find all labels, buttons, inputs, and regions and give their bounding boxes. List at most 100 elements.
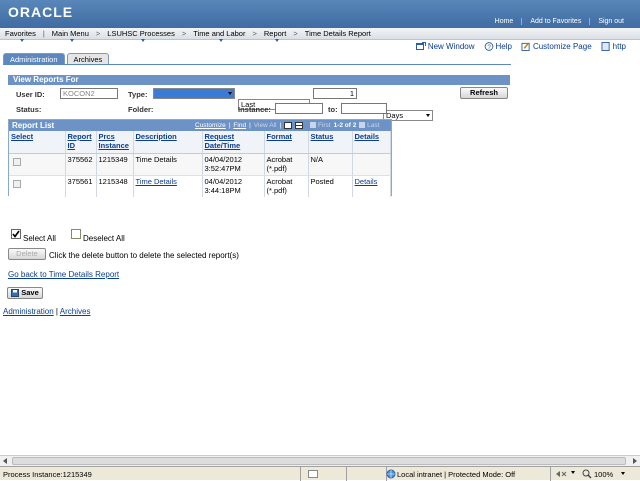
globe-icon — [386, 469, 396, 479]
chevron-down-icon[interactable] — [571, 471, 575, 474]
chevron-down-icon — [275, 39, 280, 42]
table-row: 375561 1215348 Time Details 04/04/2012 3:… — [9, 175, 391, 197]
col-status[interactable]: Status — [308, 131, 353, 154]
grid-find-link[interactable]: Find — [233, 122, 246, 129]
col-format[interactable]: Format — [264, 131, 309, 154]
delete-button[interactable]: Delete — [8, 248, 46, 260]
bottom-archives-link[interactable]: Archives — [60, 307, 91, 316]
description-cell: Time Details — [133, 153, 203, 176]
status-divider — [300, 467, 301, 481]
grid-nav: Customize | Find | View All | First 1-2 of … — [195, 122, 380, 129]
delete-hint: Click the delete button to delete the se… — [49, 251, 239, 260]
description-link[interactable]: Time Details — [133, 175, 203, 197]
chevron-down-icon — [141, 39, 146, 42]
user-id-input[interactable]: KOCON2 — [60, 88, 118, 99]
refresh-button[interactable]: Refresh — [460, 87, 508, 99]
menu-main-menu[interactable]: Main Menu — [47, 29, 94, 42]
home-link[interactable]: Home — [487, 18, 522, 25]
chevron-down-icon — [70, 39, 75, 42]
col-report-id[interactable]: Report ID — [65, 131, 97, 154]
go-back-link[interactable]: Go back to Time Details Report — [8, 270, 119, 279]
http-link[interactable]: http — [601, 42, 626, 51]
grid-first-link[interactable]: First — [310, 122, 331, 129]
instance-to-label: to: — [328, 105, 338, 114]
oracle-banner: ORACLE Home Add to Favorites Sign out — [0, 0, 640, 28]
help-link[interactable]: ? Help — [484, 42, 512, 51]
menu-lsuhsc-processes[interactable]: LSUHSC Processes — [102, 29, 180, 42]
type-select[interactable] — [153, 88, 235, 99]
menu-time-and-labor[interactable]: Time and Labor — [188, 29, 250, 42]
col-description[interactable]: Description — [133, 131, 203, 154]
select-cell — [9, 153, 66, 176]
chevron-down-icon[interactable] — [621, 472, 625, 475]
grid-last-link[interactable]: Last — [359, 122, 379, 129]
tab-divider — [3, 64, 511, 65]
select-all-control[interactable]: Select All — [11, 229, 56, 243]
save-icon — [11, 289, 20, 297]
save-button[interactable]: Save — [7, 287, 43, 299]
tab-archives[interactable]: Archives — [66, 53, 110, 64]
row-select-checkbox[interactable] — [13, 179, 21, 188]
days-count-input[interactable]: 1 — [313, 88, 357, 99]
select-cell — [9, 175, 66, 197]
format-cell: Acrobat (*.pdf) — [264, 153, 309, 176]
zoom-level[interactable]: 100% — [594, 470, 613, 479]
menu-report[interactable]: Report — [259, 29, 292, 42]
folder-label: Folder: — [128, 105, 154, 114]
customize-icon — [521, 42, 530, 51]
checkbox-checked-icon — [11, 229, 21, 239]
status-cell: Posted — [308, 175, 353, 197]
deselect-all-control[interactable]: Deselect All — [71, 229, 125, 243]
report-list-header: Report List Customize | Find | View All | F… — [9, 120, 391, 131]
instance-to-input[interactable] — [341, 103, 387, 114]
row-select-checkbox[interactable] — [13, 157, 21, 166]
arrow-right-icon — [359, 122, 366, 129]
report-list-grid: Report List Customize | Find | View All | F… — [8, 119, 392, 197]
instance-from-input[interactable] — [275, 103, 323, 114]
grid-view-all-link[interactable]: View All — [254, 122, 277, 129]
report-list-table: Select Report ID Prcs Instance Descripti… — [9, 131, 391, 197]
oracle-logo: ORACLE — [8, 4, 74, 20]
page-status-icon — [308, 470, 318, 478]
prcs-instance-cell: 1215348 — [96, 175, 134, 197]
status-divider — [550, 467, 551, 481]
scroll-right-icon[interactable] — [633, 458, 637, 464]
browser-status-bar: Process Instance:1215349 Local intranet … — [0, 466, 640, 481]
customize-page-link[interactable]: Customize Page — [521, 42, 592, 51]
breadcrumb-menu: Favorites | Main Menu > LSUHSC Processes… — [0, 28, 640, 42]
tab-administration[interactable]: Administration — [3, 53, 65, 64]
status-label: Status: — [16, 105, 42, 114]
menu-time-details-report[interactable]: Time Details Report — [300, 29, 376, 38]
page-toolbar-links: New Window ? Help Customize Page http — [415, 42, 626, 51]
col-request-datetime[interactable]: Request Date/Time — [202, 131, 265, 154]
bottom-administration-link[interactable]: Administration — [3, 307, 54, 316]
view-reports-for-header: View Reports For — [8, 75, 510, 85]
format-cell: Acrobat (*.pdf) — [264, 175, 309, 197]
zoom-icon[interactable] — [582, 469, 592, 479]
help-icon: ? — [484, 42, 493, 51]
col-prcs-instance[interactable]: Prcs Instance — [96, 131, 134, 154]
grid-customize-link[interactable]: Customize — [195, 122, 226, 129]
link-icon — [601, 42, 610, 51]
col-select[interactable]: Select — [9, 131, 66, 154]
details-link[interactable]: Details — [352, 175, 391, 197]
scroll-thumb[interactable] — [12, 457, 626, 465]
scroll-left-icon[interactable] — [3, 458, 7, 464]
status-process-text: Process Instance:1215349 — [3, 470, 92, 479]
col-details[interactable]: Details — [352, 131, 391, 154]
checkbox-empty-icon — [71, 229, 81, 239]
arrow-left-icon — [310, 122, 317, 129]
new-window-link[interactable]: New Window — [415, 42, 475, 51]
sign-out-link[interactable]: Sign out — [589, 18, 632, 25]
report-list-title: Report List — [12, 121, 55, 130]
horizontal-scrollbar[interactable] — [0, 455, 640, 466]
grid-range: 1-2 of 2 — [333, 122, 357, 129]
protected-mode-icon[interactable] — [555, 470, 567, 478]
user-id-label: User ID: — [16, 90, 45, 99]
grid-icon[interactable] — [295, 122, 304, 129]
download-icon[interactable] — [284, 122, 293, 129]
menu-favorites[interactable]: Favorites — [0, 29, 41, 42]
chevron-down-icon — [20, 39, 25, 42]
report-id-cell: 375561 — [65, 175, 97, 197]
add-to-favorites-link[interactable]: Add to Favorites — [521, 18, 589, 25]
